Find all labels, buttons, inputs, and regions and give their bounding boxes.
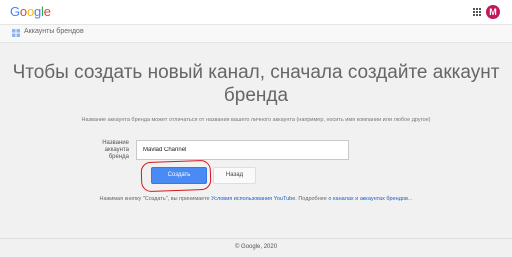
top-bar: Google M [0,0,512,24]
highlight-annotation [140,159,212,193]
brand-accounts-icon [12,29,20,37]
brand-name-label: Название аккаунта бренда [102,140,129,160]
logo-letter: o [19,4,27,19]
terms-notice: Нажимая кнопку "Создать", вы принимаете … [0,196,512,202]
channels-info-link[interactable]: о каналах [328,196,353,202]
page-title-line1: Чтобы создать новый канал, сначала созда… [12,62,500,83]
avatar[interactable]: M [486,5,500,19]
terms-middle: . Подробнее [295,196,329,202]
terms-of-service-link[interactable]: Условия использования YouTube [211,196,295,202]
terms-prefix: Нажимая кнопку "Создать", вы принимаете [99,196,212,202]
logo-letter: o [26,4,34,19]
back-button[interactable]: Назад [213,167,256,184]
page-title-line2: бренда [223,85,289,106]
google-logo[interactable]: Google [10,4,51,19]
terms-suffix: ... [407,196,413,202]
footer-copyright: © Google, 2020 [234,244,278,250]
page-title: Чтобы создать новый канал, сначала созда… [0,61,512,107]
page-description: Название аккаунта бренда может отличатьс… [81,117,431,123]
brand-name-input[interactable] [136,140,349,160]
logo-letter: G [10,4,20,19]
brand-accounts-bar: Аккаунты брендов [0,24,512,43]
logo-letter: g [33,4,42,19]
logo-letter: e [43,4,51,19]
brand-accounts-link[interactable]: Аккаунты брендов [24,28,84,35]
brand-accounts-info-link[interactable]: аккаунтах брендов [360,196,408,202]
apps-grid-icon[interactable] [473,8,481,16]
footer-divider [0,238,512,239]
